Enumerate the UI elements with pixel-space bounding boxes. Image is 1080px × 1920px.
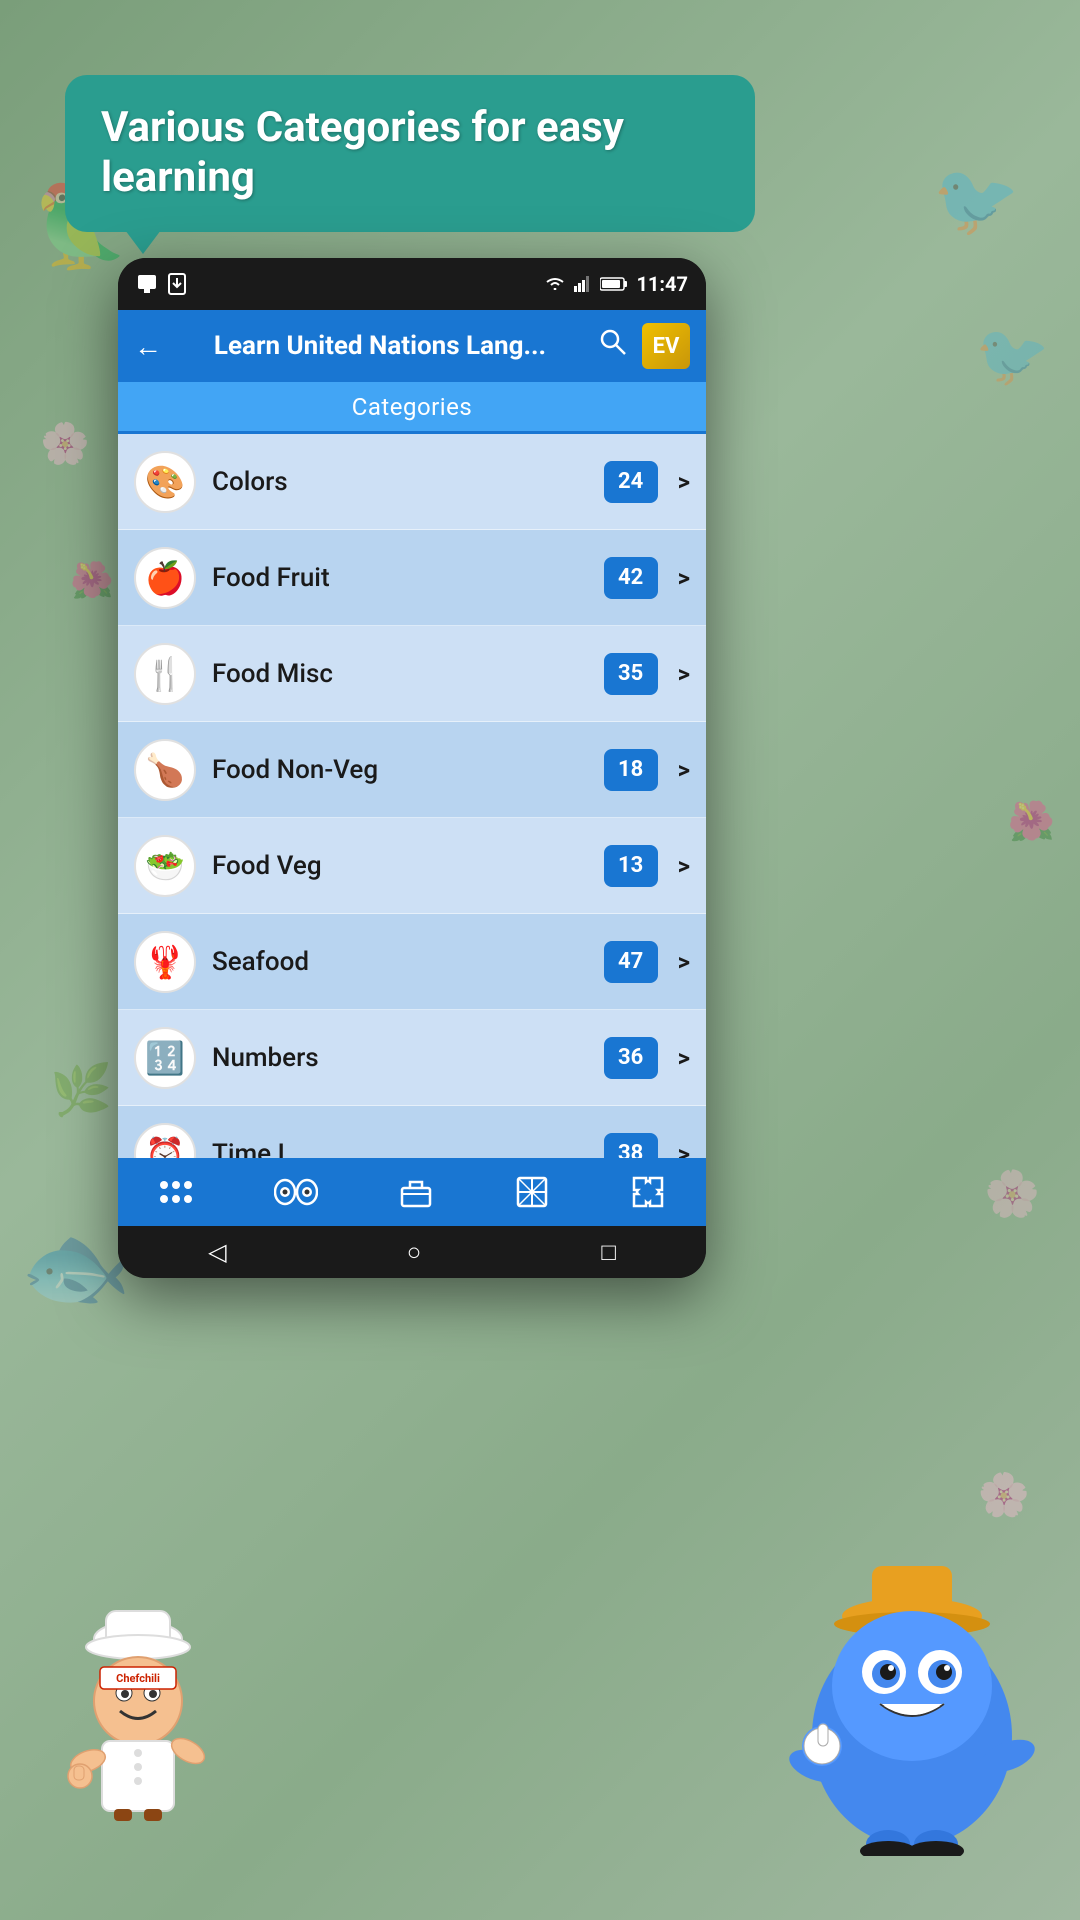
android-back[interactable]: ◁ [208,1238,226,1266]
flower-deco-4: 🌺 [1008,800,1055,844]
item-label-4: Food Veg [212,851,588,881]
item-icon-5: 🦞 [134,931,196,993]
categories-list: 🎨 Colors 24 > 🍎 Food Fruit 42 > 🍴 Food Misc 35 > 🍗 Fo… [118,434,706,1158]
item-badge-2: 35 [604,653,658,695]
wifi-icon [544,276,566,292]
puzzle-icon [630,1174,666,1210]
item-chevron-3: > [678,756,690,784]
nav-dots[interactable] [158,1179,194,1205]
speech-bubble: Various Categories for easy learning [65,75,755,232]
status-bar: 11:47 [118,258,706,310]
bird-deco-3: 🐦 [975,320,1050,391]
app-logo-text: EV [653,334,680,359]
speech-bubble-text: Various Categories for easy learning [101,103,719,204]
item-icon-1: 🍎 [134,547,196,609]
app-bar-title: Learn United Nations Lang... [176,331,584,361]
list-item-food-fruit[interactable]: 🍎 Food Fruit 42 > [118,530,706,626]
item-icon-2: 🍴 [134,643,196,705]
item-label-3: Food Non-Veg [212,755,588,785]
item-chevron-6: > [678,1044,690,1072]
item-badge-0: 24 [604,461,658,503]
download-icon [168,273,186,295]
item-badge-3: 18 [604,749,658,791]
nav-box[interactable] [398,1174,434,1210]
list-item-time-i[interactable]: ⏰ Time I 38 > [118,1106,706,1158]
android-home[interactable]: ○ [407,1238,422,1267]
signal-icon [574,276,592,292]
item-label-0: Colors [212,467,588,497]
svg-text:Chefchili: Chefchili [116,1672,160,1685]
app-logo: EV [642,323,690,369]
flower-deco-2: 🌺 [70,560,114,601]
item-label-6: Numbers [212,1043,588,1073]
item-icon-6: 🔢 [134,1027,196,1089]
leaf-deco: 🌿 [50,1062,112,1120]
nav-eyes[interactable] [274,1178,318,1206]
dots-icon [158,1179,194,1205]
item-chevron-0: > [678,468,690,496]
status-bar-right: 11:47 [544,272,688,296]
phone-frame: 11:47 ← Learn United Nations Lang... EV … [118,258,706,1278]
flower-deco-1: 🌸 [40,420,90,467]
item-badge-7: 38 [604,1133,658,1159]
grid-icon [514,1174,550,1210]
box-icon [398,1174,434,1210]
back-button[interactable]: ← [134,330,162,363]
item-badge-6: 36 [604,1037,658,1079]
list-item-colors[interactable]: 🎨 Colors 24 > [118,434,706,530]
item-chevron-1: > [678,564,690,592]
item-chevron-2: > [678,660,690,688]
bird-deco-2: 🐦 [933,160,1020,242]
chef-character: Chefchili [58,1591,218,1825]
android-recent[interactable]: □ [601,1238,616,1267]
item-chevron-7: > [678,1140,690,1159]
status-bar-left [136,273,186,295]
item-label-2: Food Misc [212,659,588,689]
item-icon-4: 🥗 [134,835,196,897]
chef-svg: Chefchili [58,1591,218,1821]
categories-bar: Categories [118,382,706,434]
item-badge-5: 47 [604,941,658,983]
list-item-food-misc[interactable]: 🍴 Food Misc 35 > [118,626,706,722]
item-label-7: Time I [212,1139,588,1159]
battery-icon [600,276,628,292]
search-icon [598,327,628,357]
blue-character [772,1496,1052,1860]
item-icon-3: 🍗 [134,739,196,801]
bottom-nav [118,1158,706,1226]
list-item-numbers[interactable]: 🔢 Numbers 36 > [118,1010,706,1106]
notification-icon [136,273,158,295]
flower-deco-3: 🌸 [984,1167,1040,1220]
blue-character-svg [772,1496,1052,1856]
status-time: 11:47 [636,272,688,296]
nav-puzzle[interactable] [630,1174,666,1210]
categories-label: Categories [352,393,473,421]
item-icon-7: ⏰ [134,1123,196,1159]
fish-deco: 🐟 [20,1215,132,1320]
android-nav: ◁ ○ □ [118,1226,706,1278]
list-item-food-veg[interactable]: 🥗 Food Veg 13 > [118,818,706,914]
app-bar: ← Learn United Nations Lang... EV [118,310,706,382]
item-chevron-5: > [678,948,690,976]
item-badge-1: 42 [604,557,658,599]
nav-grid[interactable] [514,1174,550,1210]
list-item-seafood[interactable]: 🦞 Seafood 47 > [118,914,706,1010]
item-icon-0: 🎨 [134,451,196,513]
search-button[interactable] [598,327,628,365]
item-label-5: Seafood [212,947,588,977]
item-chevron-4: > [678,852,690,880]
item-label-1: Food Fruit [212,563,588,593]
item-badge-4: 13 [604,845,658,887]
list-item-food-non-veg[interactable]: 🍗 Food Non-Veg 18 > [118,722,706,818]
eyes-icon [274,1178,318,1206]
